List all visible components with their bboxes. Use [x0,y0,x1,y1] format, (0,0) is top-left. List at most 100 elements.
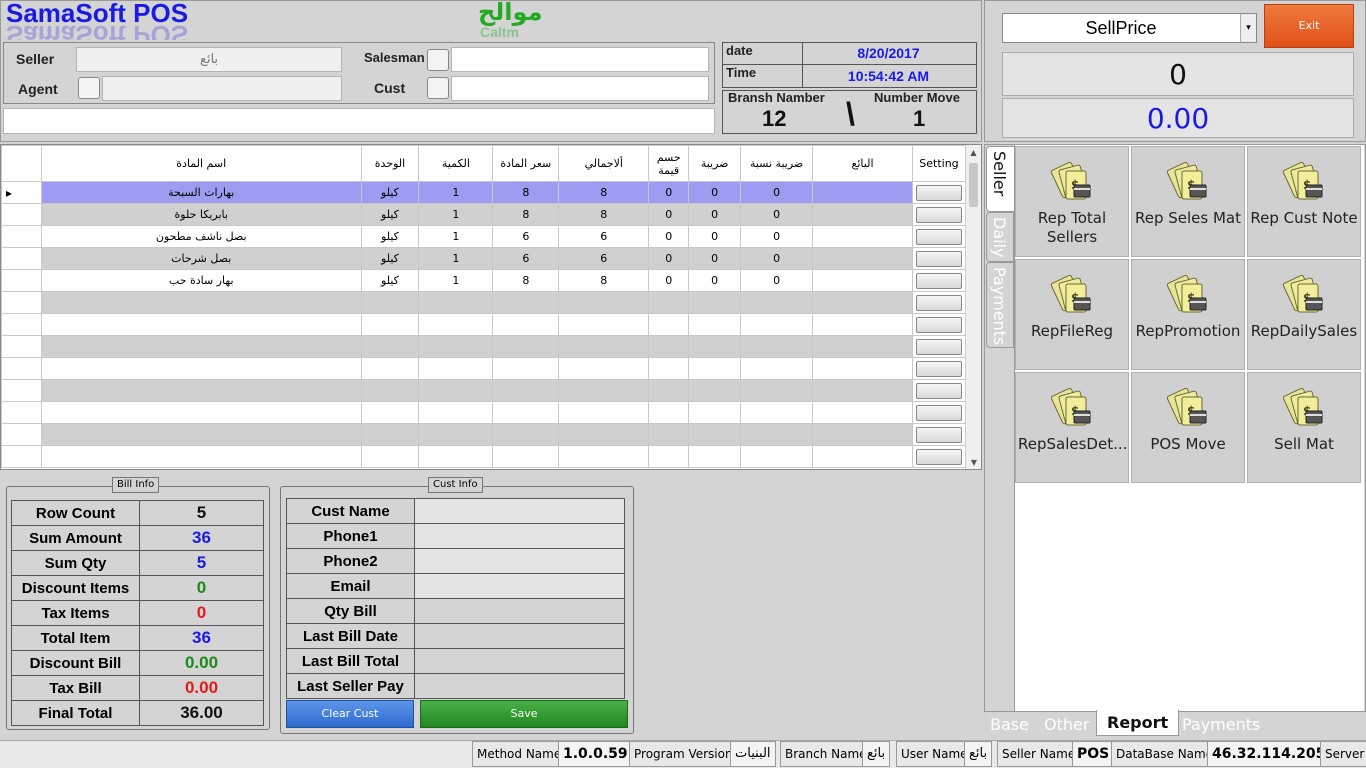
cell-tax[interactable] [688,423,742,446]
cell-name[interactable]: بهارات السبحة [40,181,362,204]
row-header[interactable] [1,203,42,226]
report-button[interactable]: $ Rep Cust Note [1247,146,1361,257]
cell-disc[interactable] [648,313,690,336]
cell-unit[interactable] [360,423,420,446]
cell-qty[interactable] [418,423,494,446]
cell-unit[interactable]: كيلو [360,269,420,292]
cell-seller[interactable] [812,203,913,226]
cell-disc[interactable] [648,445,690,468]
col-tax-pct[interactable]: ضريبة نسبة [740,145,814,182]
cell-tax[interactable] [688,335,742,358]
cell-disc[interactable] [648,291,690,314]
row-setting-button[interactable] [915,382,962,399]
cell-disc[interactable] [648,379,690,402]
cell-unit[interactable] [360,445,420,468]
scroll-up-arrow[interactable]: ▲ [966,145,981,161]
cell-price[interactable]: 6 [492,247,560,270]
cell-qty[interactable]: 1 [418,181,494,204]
side-tab-payments[interactable]: Payments [986,262,1014,348]
row-setting-button[interactable] [915,272,962,289]
cell-tax[interactable] [688,445,742,468]
col-price[interactable]: سعر المادة [492,145,560,182]
row-header[interactable] [1,445,42,468]
cell-tax[interactable]: 0 [688,269,742,292]
cell-name[interactable] [40,379,362,402]
cell-qty[interactable]: 1 [418,269,494,292]
row-header[interactable] [1,423,42,446]
cell-qty[interactable] [418,313,494,336]
salesman-checkbox[interactable] [427,49,449,71]
cell-seller[interactable] [812,247,913,270]
cell-seller[interactable] [812,225,913,248]
cell-total[interactable] [558,379,650,402]
cell-name[interactable] [40,423,362,446]
table-row[interactable] [1,379,967,402]
cell-price[interactable]: 8 [492,203,560,226]
cell-tax[interactable] [688,401,742,424]
report-button[interactable]: $ POS Move [1131,372,1245,483]
cell-disc[interactable] [648,423,690,446]
cell-price[interactable] [492,357,560,380]
cell-seller[interactable] [812,357,913,380]
cell-qty[interactable] [418,445,494,468]
cell-unit[interactable]: كيلو [360,203,420,226]
cust-info-input[interactable] [414,548,625,574]
cell-name[interactable] [40,401,362,424]
cell-tax-pct[interactable] [740,357,814,380]
cell-tax-pct[interactable]: 0 [740,181,814,204]
cell-tax-pct[interactable]: 0 [740,203,814,226]
cell-name[interactable] [40,313,362,336]
cell-seller[interactable] [812,379,913,402]
row-setting-button[interactable] [915,228,962,245]
cell-disc[interactable] [648,335,690,358]
clear-cust-button[interactable]: Clear Cust [286,700,414,728]
cell-unit[interactable] [360,357,420,380]
scroll-down-arrow[interactable]: ▼ [966,455,981,469]
cell-disc[interactable]: 0 [648,225,690,248]
cell-disc[interactable] [648,401,690,424]
col-disc[interactable]: حسم قيمة [648,145,690,182]
row-header[interactable] [1,291,42,314]
cell-price[interactable]: 8 [492,181,560,204]
cell-price[interactable] [492,445,560,468]
cell-seller[interactable] [812,401,913,424]
report-button[interactable]: $ RepSalesDet... [1015,372,1129,483]
cell-name[interactable]: بابريكا حلوة [40,203,362,226]
cell-unit[interactable]: كيلو [360,247,420,270]
grid-scrollbar[interactable]: ▲ ▼ [965,145,981,469]
cell-disc[interactable]: 0 [648,181,690,204]
row-header[interactable] [1,269,42,292]
row-setting-button[interactable] [915,426,962,443]
cell-seller[interactable] [812,269,913,292]
cell-total[interactable]: 8 [558,269,650,292]
cell-qty[interactable]: 1 [418,225,494,248]
cell-tax-pct[interactable] [740,313,814,336]
cell-price[interactable]: 6 [492,225,560,248]
tab-payments[interactable]: Payments [1182,712,1260,738]
cell-tax-pct[interactable]: 0 [740,225,814,248]
row-setting-button[interactable] [915,294,962,311]
cell-qty[interactable] [418,335,494,358]
cell-unit[interactable] [360,291,420,314]
cell-total[interactable] [558,423,650,446]
cell-price[interactable] [492,313,560,336]
report-button[interactable]: $ Rep Total Sellers [1015,146,1129,257]
cell-tax-pct[interactable] [740,445,814,468]
cell-total[interactable] [558,445,650,468]
chevron-down-icon[interactable]: ▾ [1240,14,1256,42]
cell-tax[interactable] [688,313,742,336]
cell-name[interactable]: بصل ناشف مطحون [40,225,362,248]
col-qty[interactable]: الكمية [418,145,494,182]
cell-disc[interactable] [648,357,690,380]
row-header[interactable] [1,335,42,358]
cell-qty[interactable] [418,291,494,314]
cell-qty[interactable] [418,401,494,424]
side-tab-seller[interactable]: Seller [986,146,1014,212]
cell-tax-pct[interactable] [740,401,814,424]
scroll-thumb[interactable] [969,163,978,207]
table-row[interactable]: بهار سادة حب كيلو 1 8 8 0 0 0 [1,269,967,292]
cell-qty[interactable]: 1 [418,247,494,270]
side-tab-daily[interactable]: Daily [986,212,1014,262]
row-header[interactable] [1,247,42,270]
cell-price[interactable] [492,291,560,314]
